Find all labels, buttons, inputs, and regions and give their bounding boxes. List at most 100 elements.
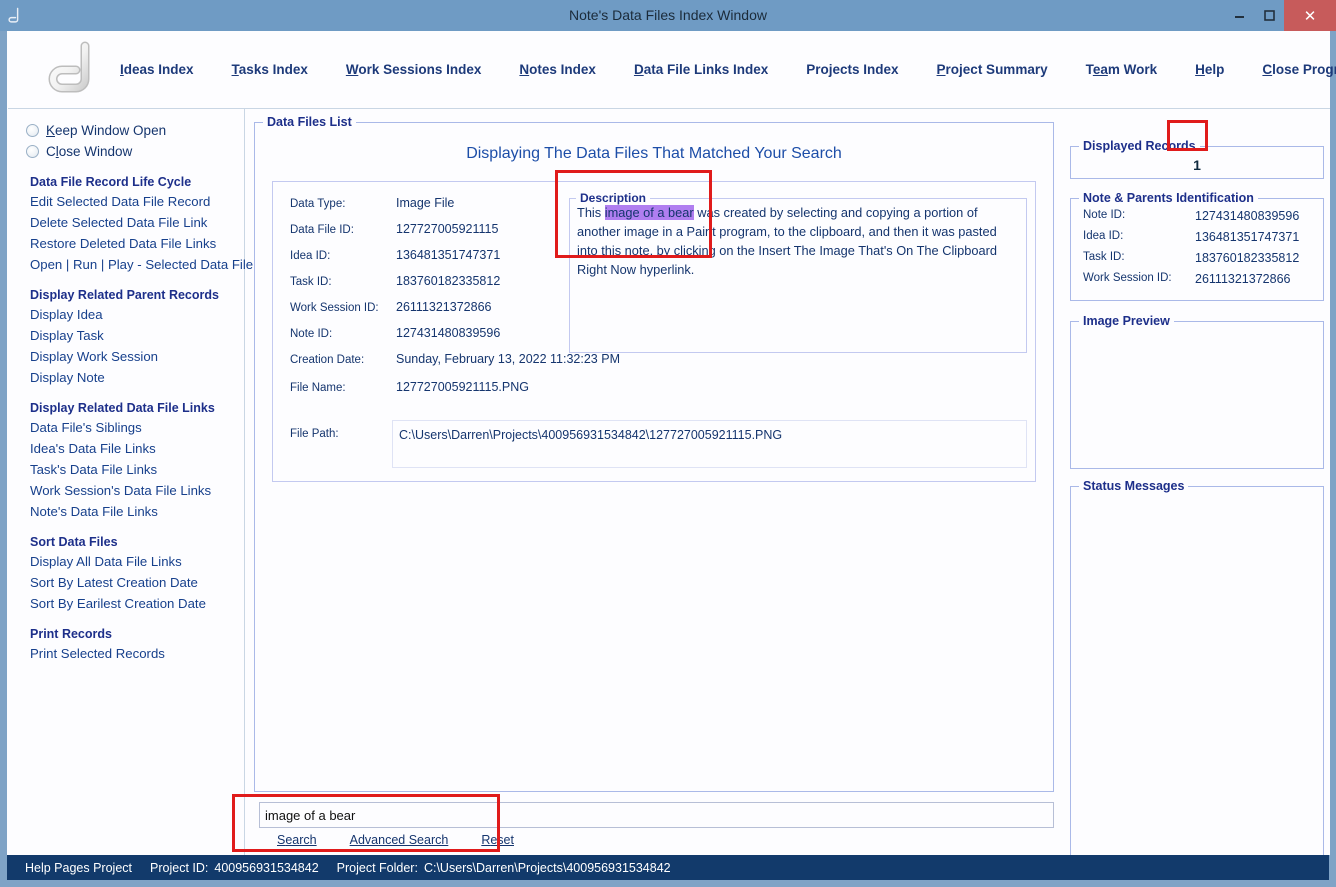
radio-keep-window-open[interactable]: Keep Window Open: [8, 120, 244, 141]
close-icon: ✕: [1303, 7, 1317, 25]
advanced-search-link[interactable]: Advanced Search: [350, 833, 449, 847]
search-area: Search Advanced Search Reset: [254, 799, 1054, 851]
nav-help[interactable]: Help: [1195, 62, 1224, 77]
sidebar-item-display-task[interactable]: Display Task: [8, 325, 244, 346]
status-project-folder-label: Project Folder:: [336, 860, 418, 875]
field-creation-date-value: Sunday, February 13, 2022 11:32:23 PM: [396, 352, 620, 366]
ident-work-session-id-label: Work Session ID:: [1083, 272, 1172, 284]
identification-rows: Note ID: 127431480839596 Idea ID: 136481351…: [1071, 209, 1323, 293]
top-navigation-bar: Ideas Index Tasks Index Work Sessions Inde…: [8, 31, 1336, 109]
nav-tasks-index[interactable]: Tasks Index: [232, 62, 308, 77]
search-link[interactable]: Search: [277, 833, 317, 847]
identification-legend: Note & Parents Identification: [1083, 191, 1254, 205]
nav-work-sessions-index[interactable]: Work Sessions Index: [346, 62, 482, 77]
status-project-folder: C:\Users\Darren\Projects\400956931534842: [423, 860, 671, 875]
sidebar-item-edit-selected-data-file-record[interactable]: Edit Selected Data File Record: [8, 191, 244, 212]
sidebar-item-restore-deleted-data-file-links[interactable]: Restore Deleted Data File Links: [8, 233, 244, 254]
nav-ideas-index[interactable]: Ideas Index: [120, 62, 194, 77]
minimize-button[interactable]: [1224, 0, 1254, 31]
radio-button-icon: [26, 145, 39, 158]
field-data-file-id-label: Data File ID:: [290, 224, 354, 236]
search-input[interactable]: [259, 802, 1054, 828]
sidebar-item-sort-by-earilest-creation-date[interactable]: Sort By Earilest Creation Date: [8, 593, 244, 614]
status-project-name: Help Pages Project: [25, 860, 133, 875]
field-file-name-label: File Name:: [290, 382, 346, 394]
file-path-label: File Path:: [290, 428, 339, 440]
left-sidebar: Keep Window Open Close Window Data File R…: [8, 109, 253, 855]
sidebar-item-display-work-session[interactable]: Display Work Session: [8, 346, 244, 367]
ident-task-id-value: 183760182335812: [1195, 251, 1300, 265]
field-data-type-label: Data Type:: [290, 198, 346, 210]
nav-item-list: Ideas Index Tasks Index Work Sessions Inde…: [120, 31, 1336, 108]
nav-team-work[interactable]: Team Work: [1086, 62, 1158, 77]
sidebar-item-delete-selected-data-file-link[interactable]: Delete Selected Data File Link: [8, 212, 244, 233]
ident-task-id-label: Task ID:: [1083, 251, 1125, 263]
file-path-field[interactable]: C:\Users\Darren\Projects\400956931534842…: [392, 420, 1027, 468]
ident-work-session-id: Work Session ID: 26111321372866: [1071, 272, 1323, 293]
displayed-records-legend: Displayed Records: [1083, 139, 1196, 153]
nav-data-file-links-index[interactable]: Data File Links Index: [634, 62, 768, 77]
sidebar-item-display-all-data-file-links[interactable]: Display All Data File Links: [8, 551, 244, 572]
nav-project-summary[interactable]: Project Summary: [937, 62, 1048, 77]
image-preview-legend: Image Preview: [1083, 314, 1170, 328]
close-button[interactable]: ✕: [1284, 0, 1336, 31]
search-links: Search Advanced Search Reset: [277, 833, 547, 847]
ident-idea-id-label: Idea ID:: [1083, 230, 1124, 242]
ident-work-session-id-value: 26111321372866: [1195, 272, 1291, 286]
sidebar-item-sort-by-latest-creation-date[interactable]: Sort By Latest Creation Date: [8, 572, 244, 593]
sidebar-item-open-run-play-selected-data-file[interactable]: Open | Run | Play - Selected Data File: [8, 254, 253, 275]
ident-note-id-value: 127431480839596: [1195, 209, 1300, 223]
sidebar-group-heading: Print Records: [30, 627, 112, 641]
application-window: Note's Data Files Index Window ✕ Ideas I…: [0, 0, 1336, 887]
sidebar-item-print-selected-records[interactable]: Print Selected Records: [8, 643, 244, 664]
title-bar: Note's Data Files Index Window ✕: [0, 0, 1336, 31]
window-logo-icon: [0, 0, 30, 31]
reset-link[interactable]: Reset: [481, 833, 514, 847]
main-panel: Data Files List Displaying The Data File…: [246, 109, 1061, 855]
nav-projects-index[interactable]: Projects Index: [806, 62, 898, 77]
radio-button-icon: [26, 124, 39, 137]
displayed-records-count: 1: [1193, 157, 1201, 173]
sidebar-item-display-note[interactable]: Display Note: [8, 367, 244, 388]
nav-close-program[interactable]: Close Program: [1262, 62, 1336, 77]
file-path-value: C:\Users\Darren\Projects\400956931534842…: [399, 428, 783, 442]
sidebar-group-heading: Data File Record Life Cycle: [30, 175, 192, 189]
field-idea-id-label: Idea ID:: [290, 250, 331, 262]
radio-close-window[interactable]: Close Window: [8, 141, 244, 162]
client-area: Ideas Index Tasks Index Work Sessions Inde…: [7, 31, 1336, 865]
description-text: This image of a bear was created by sele…: [570, 203, 1026, 279]
field-note-id-label: Note ID:: [290, 328, 333, 340]
radio-keep-window-open-label: Keep Window Open: [46, 123, 167, 138]
ident-task-id: Task ID: 183760182335812: [1071, 251, 1323, 272]
data-file-record-card[interactable]: Data Type: Image File Data File ID: 1277270…: [272, 181, 1036, 482]
app-logo-icon: [44, 40, 104, 98]
field-data-type-value: Image File: [396, 196, 455, 210]
sidebar-item-note-s-data-file-links[interactable]: Note's Data File Links: [8, 501, 244, 522]
sidebar-radio-group: Keep Window Open Close Window: [8, 120, 244, 162]
field-file-name-value: 127727005921115.PNG: [396, 380, 529, 394]
field-creation-date-label: Creation Date:: [290, 354, 365, 366]
radio-close-window-label: Close Window: [46, 144, 133, 159]
sidebar-item-task-s-data-file-links[interactable]: Task's Data File Links: [8, 459, 244, 480]
status-project-id-label: Project ID:: [150, 860, 209, 875]
sidebar-item-data-file-s-siblings[interactable]: Data File's Siblings: [8, 417, 244, 438]
sidebar-item-idea-s-data-file-links[interactable]: Idea's Data File Links: [8, 438, 244, 459]
list-title: Displaying The Data Files That Matched Y…: [466, 145, 842, 162]
ident-note-id: Note ID: 127431480839596: [1071, 209, 1323, 230]
sidebar-group-heading: Display Related Parent Records: [30, 288, 219, 302]
note-parents-identification-panel: Note & Parents Identification Note ID: 12…: [1070, 191, 1324, 301]
data-files-list-legend: Data Files List: [267, 115, 352, 129]
sidebar-item-work-session-s-data-file-links[interactable]: Work Session's Data File Links: [8, 480, 244, 501]
displayed-records-panel: Displayed Records 1: [1070, 139, 1324, 179]
nav-notes-index[interactable]: Notes Index: [519, 62, 596, 77]
field-data-file-id-value: 127727005921115: [396, 222, 499, 236]
right-panel: Displayed Records 1 Note & Parents Ident…: [1062, 109, 1330, 865]
status-bar: Help Pages Project Project ID: 400956931…: [7, 855, 1329, 880]
sidebar-item-display-idea[interactable]: Display Idea: [8, 304, 244, 325]
ident-idea-id: Idea ID: 136481351747371: [1071, 230, 1323, 251]
data-files-list-panel: Data Files List Displaying The Data File…: [254, 115, 1054, 792]
field-task-id-value: 183760182335812: [396, 274, 501, 288]
image-preview-panel: Image Preview: [1070, 314, 1324, 469]
maximize-button[interactable]: [1254, 0, 1284, 31]
description-highlight-term: image of a bear: [604, 205, 694, 220]
